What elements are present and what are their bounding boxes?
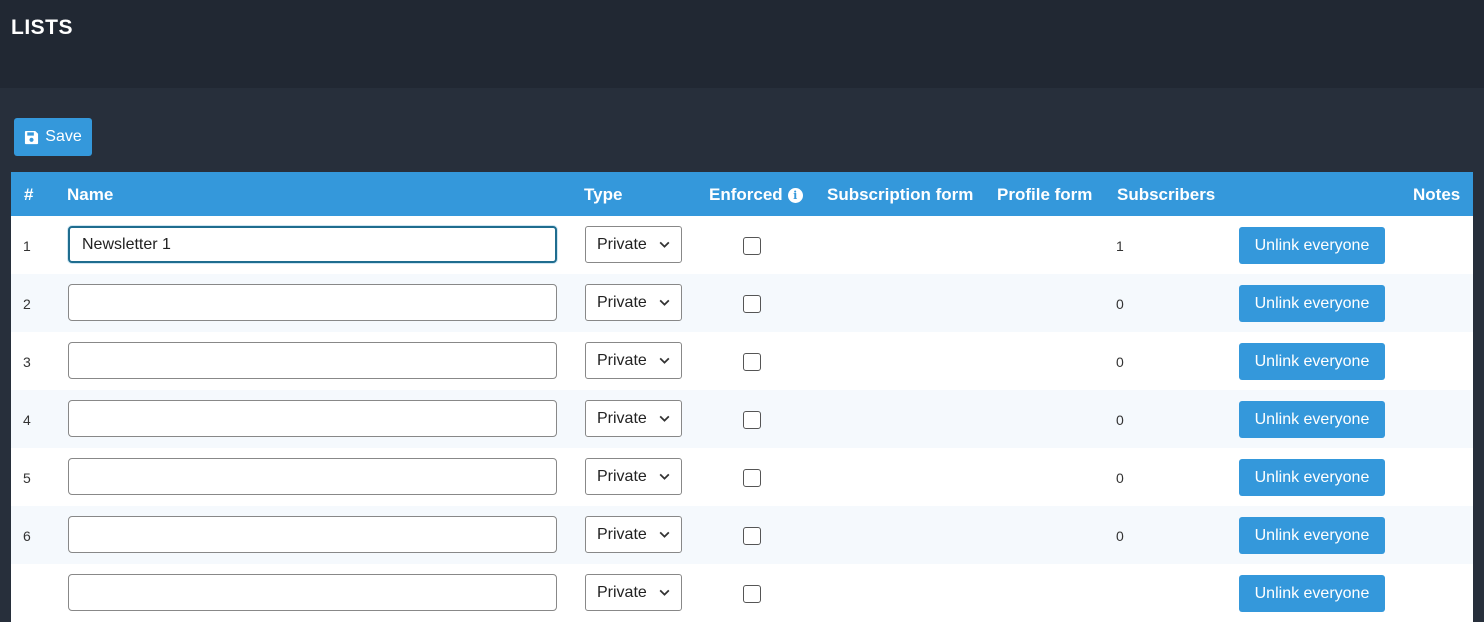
info-icon[interactable]: i	[787, 188, 803, 203]
type-select[interactable]: Private	[585, 342, 682, 379]
type-select[interactable]: Private	[585, 574, 682, 611]
type-select[interactable]: Private	[585, 516, 682, 553]
chevron-down-icon	[659, 589, 670, 596]
list-name-input[interactable]	[68, 284, 557, 321]
chevron-down-icon	[659, 415, 670, 422]
unlink-everyone-button[interactable]: Unlink everyone	[1239, 343, 1385, 380]
chevron-down-icon	[659, 299, 670, 306]
subscriber-count: 0	[1116, 412, 1124, 428]
unlink-everyone-button[interactable]: Unlink everyone	[1239, 459, 1385, 496]
main-content: Save # Name Type Enforced i Subscription …	[0, 88, 1484, 622]
table-row: 5 Private 0 Unlink everyone	[11, 448, 1473, 506]
type-select-value: Private	[597, 409, 647, 427]
table-row: 2 Private 0 Unlink everyone	[11, 274, 1473, 332]
enforced-checkbox[interactable]	[743, 353, 761, 371]
column-header-number: #	[24, 185, 34, 204]
table-header: # Name Type Enforced i Subscription form …	[11, 172, 1473, 216]
page-title: LISTS	[11, 16, 74, 39]
subscriber-count: 0	[1116, 470, 1124, 486]
column-header-enforced: Enforced i	[709, 185, 803, 205]
unlink-everyone-button[interactable]: Unlink everyone	[1239, 575, 1385, 612]
top-bar: LISTS	[0, 0, 1484, 88]
type-select[interactable]: Private	[585, 400, 682, 437]
table-row: 3 Private 0 Unlink everyone	[11, 332, 1473, 390]
save-button-label: Save	[45, 128, 82, 145]
column-header-notes: Notes	[1413, 185, 1461, 204]
enforced-checkbox[interactable]	[743, 527, 761, 545]
list-name-input[interactable]	[68, 574, 557, 611]
subscriber-count: 0	[1116, 296, 1124, 312]
enforced-header-label: Enforced	[709, 185, 783, 204]
column-header-type: Type	[584, 185, 623, 204]
chevron-down-icon	[659, 357, 670, 364]
floppy-disk-icon	[25, 130, 39, 144]
column-header-subscription-form: Subscription form	[827, 185, 974, 204]
column-header-profile-form: Profile form	[997, 185, 1093, 204]
subscriber-count: 1	[1116, 238, 1124, 254]
list-name-input[interactable]	[68, 400, 557, 437]
unlink-everyone-button[interactable]: Unlink everyone	[1239, 401, 1385, 438]
subscriber-count: 0	[1116, 354, 1124, 370]
type-select[interactable]: Private	[585, 226, 682, 263]
list-name-input[interactable]	[68, 458, 557, 495]
type-select-value: Private	[597, 235, 647, 253]
type-select[interactable]: Private	[585, 458, 682, 495]
type-select-value: Private	[597, 293, 647, 311]
enforced-checkbox[interactable]	[743, 295, 761, 313]
type-select-value: Private	[597, 525, 647, 543]
type-select-value: Private	[597, 351, 647, 369]
type-select-value: Private	[597, 467, 647, 485]
unlink-everyone-button[interactable]: Unlink everyone	[1239, 517, 1385, 554]
type-select-value: Private	[597, 583, 647, 601]
enforced-checkbox[interactable]	[743, 469, 761, 487]
table-row: 4 Private 0 Unlink everyone	[11, 390, 1473, 448]
unlink-everyone-button[interactable]: Unlink everyone	[1239, 227, 1385, 264]
enforced-checkbox[interactable]	[743, 237, 761, 255]
chevron-down-icon	[659, 473, 670, 480]
subscriber-count: 0	[1116, 528, 1124, 544]
list-name-input[interactable]	[68, 342, 557, 379]
enforced-checkbox[interactable]	[743, 585, 761, 603]
row-number: 4	[23, 412, 31, 428]
table-body: 1 Private 1 Unlink everyone 2 Private 0 …	[11, 216, 1473, 622]
unlink-everyone-button[interactable]: Unlink everyone	[1239, 285, 1385, 322]
table-row: 1 Private 1 Unlink everyone	[11, 216, 1473, 274]
column-header-subscribers: Subscribers	[1117, 185, 1216, 204]
table-row: Private Unlink everyone	[11, 564, 1473, 622]
chevron-down-icon	[659, 531, 670, 538]
lists-table: # Name Type Enforced i Subscription form …	[11, 172, 1473, 622]
save-button[interactable]: Save	[14, 118, 92, 156]
type-select[interactable]: Private	[585, 284, 682, 321]
list-name-input[interactable]	[68, 226, 557, 263]
row-number: 1	[23, 238, 31, 254]
row-number: 6	[23, 528, 31, 544]
chevron-down-icon	[659, 241, 670, 248]
row-number: 3	[23, 354, 31, 370]
enforced-checkbox[interactable]	[743, 411, 761, 429]
list-name-input[interactable]	[68, 516, 557, 553]
column-header-name: Name	[67, 185, 114, 204]
table-row: 6 Private 0 Unlink everyone	[11, 506, 1473, 564]
row-number: 5	[23, 470, 31, 486]
row-number: 2	[23, 296, 31, 312]
